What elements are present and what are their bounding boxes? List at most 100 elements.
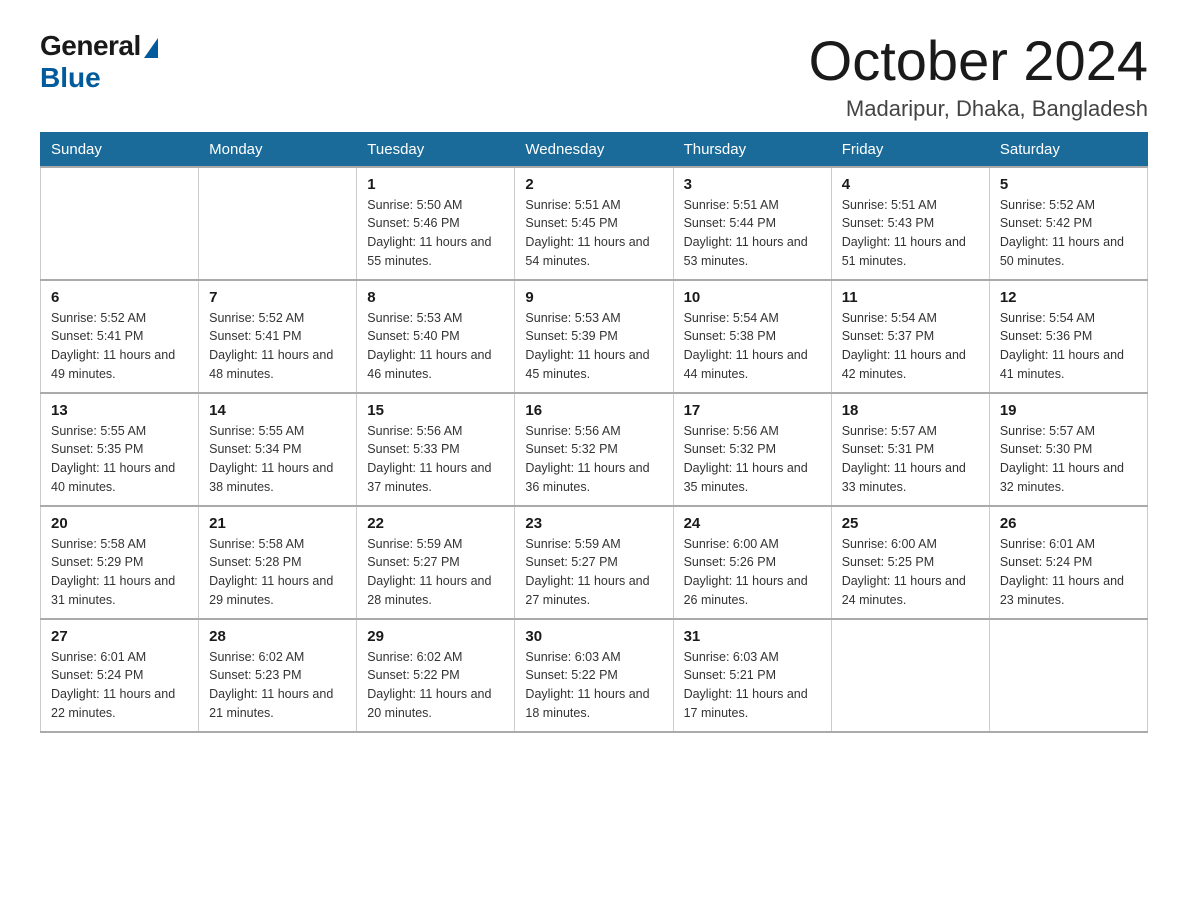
day-info: Sunrise: 5:58 AMSunset: 5:28 PMDaylight:… xyxy=(209,535,346,610)
day-info: Sunrise: 5:55 AMSunset: 5:35 PMDaylight:… xyxy=(51,422,188,497)
day-cell: 23 Sunrise: 5:59 AMSunset: 5:27 PMDayligh… xyxy=(515,506,673,619)
day-cell: 24 Sunrise: 6:00 AMSunset: 5:26 PMDayligh… xyxy=(673,506,831,619)
day-cell xyxy=(199,167,357,280)
day-number: 31 xyxy=(684,628,821,645)
day-info: Sunrise: 6:01 AMSunset: 5:24 PMDaylight:… xyxy=(51,648,188,723)
day-cell: 30Sunrise: 6:03 AMSunset: 5:22 PMDayligh… xyxy=(515,619,673,732)
day-info: Sunrise: 6:02 AMSunset: 5:23 PMDaylight:… xyxy=(209,648,346,723)
day-cell: 19 Sunrise: 5:57 AMSunset: 5:30 PMDayligh… xyxy=(989,393,1147,506)
day-info: Sunrise: 5:56 AMSunset: 5:32 PMDaylight:… xyxy=(525,422,662,497)
day-cell: 28Sunrise: 6:02 AMSunset: 5:23 PMDayligh… xyxy=(199,619,357,732)
day-number: 14 xyxy=(209,402,346,419)
day-cell: 16Sunrise: 5:56 AMSunset: 5:32 PMDayligh… xyxy=(515,393,673,506)
day-info: Sunrise: 6:00 AMSunset: 5:26 PMDaylight:… xyxy=(684,535,821,610)
day-info: Sunrise: 6:02 AMSunset: 5:22 PMDaylight:… xyxy=(367,648,504,723)
day-cell: 17 Sunrise: 5:56 AMSunset: 5:32 PMDayligh… xyxy=(673,393,831,506)
day-cell: 20 Sunrise: 5:58 AMSunset: 5:29 PMDayligh… xyxy=(41,506,199,619)
day-cell: 31Sunrise: 6:03 AMSunset: 5:21 PMDayligh… xyxy=(673,619,831,732)
day-info: Sunrise: 5:52 AMSunset: 5:41 PMDaylight:… xyxy=(209,309,346,384)
day-number: 17 xyxy=(684,402,821,419)
day-cell: 14 Sunrise: 5:55 AMSunset: 5:34 PMDayligh… xyxy=(199,393,357,506)
day-info: Sunrise: 6:03 AMSunset: 5:22 PMDaylight:… xyxy=(525,648,662,723)
day-cell xyxy=(831,619,989,732)
week-row-5: 27 Sunrise: 6:01 AMSunset: 5:24 PMDayligh… xyxy=(41,619,1148,732)
location: Madaripur, Dhaka, Bangladesh xyxy=(809,96,1148,122)
day-cell: 6 Sunrise: 5:52 AMSunset: 5:41 PMDaylight… xyxy=(41,280,199,393)
column-header-friday: Friday xyxy=(831,132,989,167)
day-cell: 11Sunrise: 5:54 AMSunset: 5:37 PMDayligh… xyxy=(831,280,989,393)
column-header-monday: Monday xyxy=(199,132,357,167)
day-info: Sunrise: 5:54 AMSunset: 5:38 PMDaylight:… xyxy=(684,309,821,384)
day-info: Sunrise: 5:51 AMSunset: 5:44 PMDaylight:… xyxy=(684,196,821,271)
day-cell: 13Sunrise: 5:55 AMSunset: 5:35 PMDayligh… xyxy=(41,393,199,506)
logo-general-text: General xyxy=(40,30,141,62)
day-number: 25 xyxy=(842,515,979,532)
week-row-2: 6 Sunrise: 5:52 AMSunset: 5:41 PMDaylight… xyxy=(41,280,1148,393)
day-number: 15 xyxy=(367,402,504,419)
day-info: Sunrise: 5:51 AMSunset: 5:45 PMDaylight:… xyxy=(525,196,662,271)
day-info: Sunrise: 5:55 AMSunset: 5:34 PMDaylight:… xyxy=(209,422,346,497)
day-number: 3 xyxy=(684,176,821,193)
day-info: Sunrise: 5:52 AMSunset: 5:41 PMDaylight:… xyxy=(51,309,188,384)
day-number: 18 xyxy=(842,402,979,419)
day-info: Sunrise: 5:56 AMSunset: 5:32 PMDaylight:… xyxy=(684,422,821,497)
column-header-saturday: Saturday xyxy=(989,132,1147,167)
day-cell: 27 Sunrise: 6:01 AMSunset: 5:24 PMDayligh… xyxy=(41,619,199,732)
day-number: 27 xyxy=(51,628,188,645)
day-info: Sunrise: 5:57 AMSunset: 5:31 PMDaylight:… xyxy=(842,422,979,497)
day-cell: 8Sunrise: 5:53 AMSunset: 5:40 PMDaylight… xyxy=(357,280,515,393)
day-info: Sunrise: 5:54 AMSunset: 5:36 PMDaylight:… xyxy=(1000,309,1137,384)
calendar-header-row: SundayMondayTuesdayWednesdayThursdayFrid… xyxy=(41,132,1148,167)
day-number: 24 xyxy=(684,515,821,532)
day-number: 19 xyxy=(1000,402,1137,419)
day-cell: 15 Sunrise: 5:56 AMSunset: 5:33 PMDayligh… xyxy=(357,393,515,506)
logo-blue-text: Blue xyxy=(40,62,101,94)
day-cell: 5Sunrise: 5:52 AMSunset: 5:42 PMDaylight… xyxy=(989,167,1147,280)
day-number: 23 xyxy=(525,515,662,532)
day-cell xyxy=(989,619,1147,732)
day-info: Sunrise: 5:51 AMSunset: 5:43 PMDaylight:… xyxy=(842,196,979,271)
day-number: 6 xyxy=(51,289,188,306)
day-cell: 1Sunrise: 5:50 AMSunset: 5:46 PMDaylight… xyxy=(357,167,515,280)
day-info: Sunrise: 6:01 AMSunset: 5:24 PMDaylight:… xyxy=(1000,535,1137,610)
day-cell: 26 Sunrise: 6:01 AMSunset: 5:24 PMDayligh… xyxy=(989,506,1147,619)
week-row-1: 1Sunrise: 5:50 AMSunset: 5:46 PMDaylight… xyxy=(41,167,1148,280)
month-title: October 2024 xyxy=(809,30,1148,92)
page-header: General Blue October 2024 Madaripur, Dha… xyxy=(40,30,1148,122)
day-number: 2 xyxy=(525,176,662,193)
day-number: 4 xyxy=(842,176,979,193)
logo-triangle-icon xyxy=(144,38,158,58)
day-cell: 4 Sunrise: 5:51 AMSunset: 5:43 PMDaylight… xyxy=(831,167,989,280)
day-number: 29 xyxy=(367,628,504,645)
calendar-table: SundayMondayTuesdayWednesdayThursdayFrid… xyxy=(40,132,1148,733)
day-number: 22 xyxy=(367,515,504,532)
day-cell xyxy=(41,167,199,280)
day-info: Sunrise: 5:53 AMSunset: 5:39 PMDaylight:… xyxy=(525,309,662,384)
column-header-thursday: Thursday xyxy=(673,132,831,167)
day-number: 9 xyxy=(525,289,662,306)
day-cell: 2 Sunrise: 5:51 AMSunset: 5:45 PMDaylight… xyxy=(515,167,673,280)
week-row-3: 13Sunrise: 5:55 AMSunset: 5:35 PMDayligh… xyxy=(41,393,1148,506)
logo: General Blue xyxy=(40,30,158,94)
day-number: 20 xyxy=(51,515,188,532)
day-info: Sunrise: 5:59 AMSunset: 5:27 PMDaylight:… xyxy=(367,535,504,610)
day-info: Sunrise: 5:58 AMSunset: 5:29 PMDaylight:… xyxy=(51,535,188,610)
day-number: 26 xyxy=(1000,515,1137,532)
day-cell: 25 Sunrise: 6:00 AMSunset: 5:25 PMDayligh… xyxy=(831,506,989,619)
day-number: 12 xyxy=(1000,289,1137,306)
day-info: Sunrise: 6:00 AMSunset: 5:25 PMDaylight:… xyxy=(842,535,979,610)
day-info: Sunrise: 5:52 AMSunset: 5:42 PMDaylight:… xyxy=(1000,196,1137,271)
column-header-wednesday: Wednesday xyxy=(515,132,673,167)
day-number: 21 xyxy=(209,515,346,532)
day-info: Sunrise: 5:50 AMSunset: 5:46 PMDaylight:… xyxy=(367,196,504,271)
day-cell: 21 Sunrise: 5:58 AMSunset: 5:28 PMDayligh… xyxy=(199,506,357,619)
day-cell: 29 Sunrise: 6:02 AMSunset: 5:22 PMDayligh… xyxy=(357,619,515,732)
day-info: Sunrise: 5:59 AMSunset: 5:27 PMDaylight:… xyxy=(525,535,662,610)
day-info: Sunrise: 5:57 AMSunset: 5:30 PMDaylight:… xyxy=(1000,422,1137,497)
day-info: Sunrise: 5:56 AMSunset: 5:33 PMDaylight:… xyxy=(367,422,504,497)
day-cell: 9 Sunrise: 5:53 AMSunset: 5:39 PMDaylight… xyxy=(515,280,673,393)
day-cell: 18 Sunrise: 5:57 AMSunset: 5:31 PMDayligh… xyxy=(831,393,989,506)
title-block: October 2024 Madaripur, Dhaka, Banglades… xyxy=(809,30,1148,122)
day-number: 8 xyxy=(367,289,504,306)
day-info: Sunrise: 5:54 AMSunset: 5:37 PMDaylight:… xyxy=(842,309,979,384)
